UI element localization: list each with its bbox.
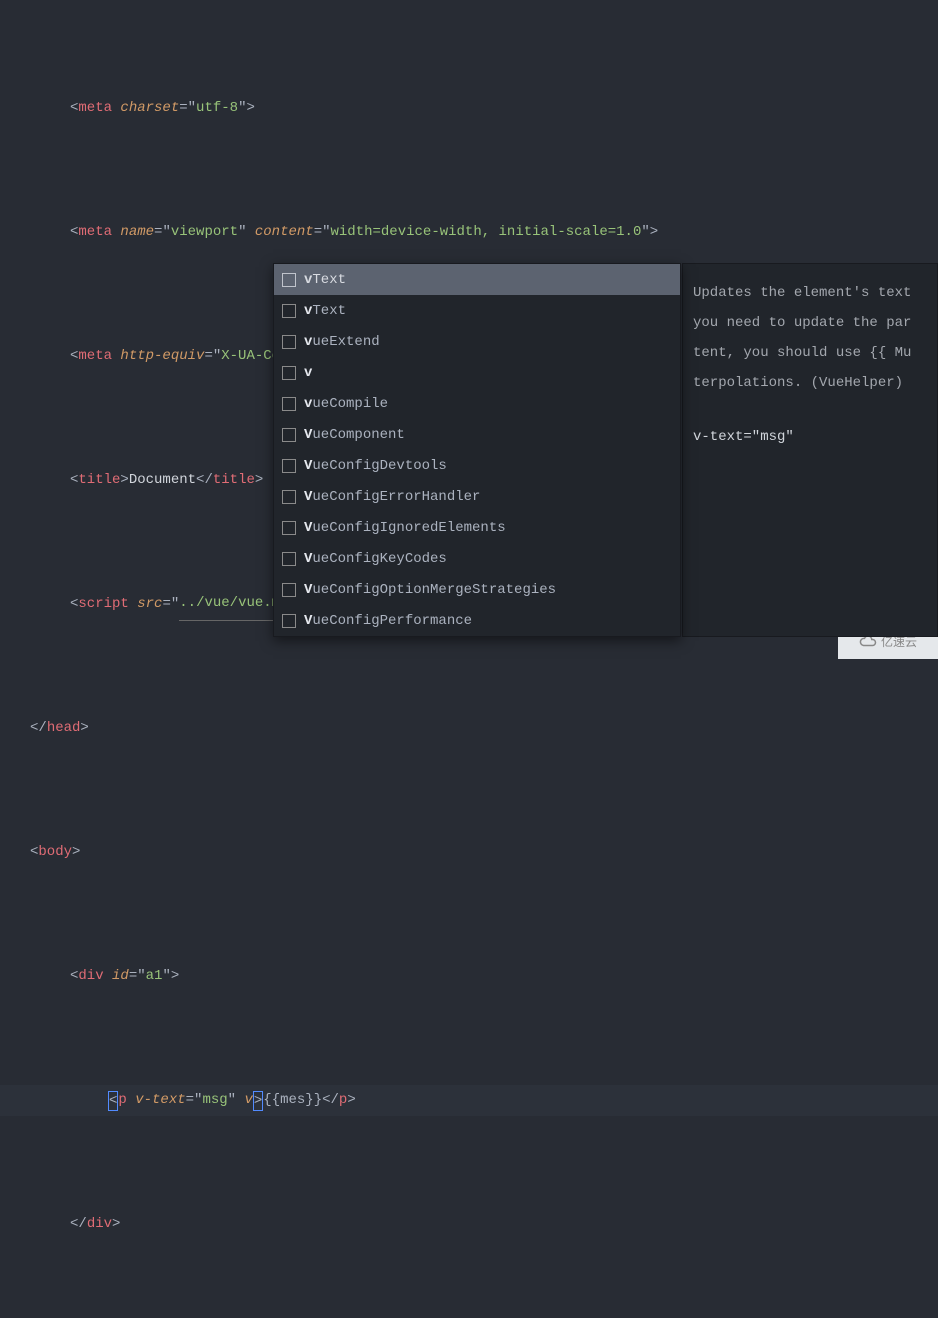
autocomplete-label: VueConfigOptionMergeStrategies <box>304 582 556 598</box>
documentation-panel: Updates the element's text you need to u… <box>682 263 938 637</box>
autocomplete-item[interactable]: VueConfigDevtools <box>274 450 680 481</box>
autocomplete-item[interactable]: VueConfigIgnoredElements <box>274 512 680 543</box>
snippet-icon <box>282 521 296 535</box>
autocomplete-label: VueConfigDevtools <box>304 458 447 474</box>
autocomplete-label: vText <box>304 272 346 288</box>
code-line[interactable]: <meta charset="utf-8"> <box>0 93 938 124</box>
code-line[interactable]: <body> <box>0 837 938 868</box>
snippet-icon <box>282 397 296 411</box>
autocomplete-label: VueConfigErrorHandler <box>304 489 480 505</box>
snippet-icon <box>282 273 296 287</box>
snippet-icon <box>282 428 296 442</box>
autocomplete-item[interactable]: VueConfigKeyCodes <box>274 543 680 574</box>
snippet-icon <box>282 366 296 380</box>
snippet-icon <box>282 304 296 318</box>
autocomplete-item[interactable]: VueConfigErrorHandler <box>274 481 680 512</box>
autocomplete-label: vueExtend <box>304 334 380 350</box>
snippet-icon <box>282 459 296 473</box>
autocomplete-item[interactable]: VueComponent <box>274 419 680 450</box>
code-line[interactable]: </head> <box>0 713 938 744</box>
autocomplete-item[interactable]: vText <box>274 295 680 326</box>
code-line[interactable]: <div id="a1"> <box>0 961 938 992</box>
autocomplete-label: VueConfigIgnoredElements <box>304 520 506 536</box>
autocomplete-popup: vText vText vueExtend v vueCompile VueCompone… <box>273 263 681 637</box>
snippet-icon <box>282 490 296 504</box>
autocomplete-label: VueComponent <box>304 427 405 443</box>
autocomplete-item[interactable]: vText <box>274 264 680 295</box>
autocomplete-item[interactable]: vueExtend <box>274 326 680 357</box>
autocomplete-item[interactable]: vueCompile <box>274 388 680 419</box>
code-editor[interactable]: <meta charset="utf-8"> <meta name="viewp… <box>0 0 938 1318</box>
doc-snippet: v-text="msg" <box>693 422 927 452</box>
autocomplete-item[interactable]: v <box>274 357 680 388</box>
autocomplete-label: VueConfigKeyCodes <box>304 551 447 567</box>
autocomplete-label: v <box>304 365 312 381</box>
snippet-icon <box>282 552 296 566</box>
autocomplete-label: vText <box>304 303 346 319</box>
code-line[interactable]: <meta name="viewport" content="width=dev… <box>0 217 938 248</box>
autocomplete-item[interactable]: VueConfigOptionMergeStrategies <box>274 574 680 605</box>
autocomplete-label: vueCompile <box>304 396 388 412</box>
snippet-icon <box>282 583 296 597</box>
code-line[interactable]: </div> <box>0 1209 938 1240</box>
code-line-active[interactable]: <p v-text="msg" v>{{mes}}</p> <box>0 1085 938 1116</box>
snippet-icon <box>282 614 296 628</box>
doc-text: Updates the element's text you need to u… <box>693 278 927 398</box>
autocomplete-item[interactable]: VueConfigPerformance <box>274 605 680 636</box>
snippet-icon <box>282 335 296 349</box>
autocomplete-label: VueConfigPerformance <box>304 613 472 629</box>
